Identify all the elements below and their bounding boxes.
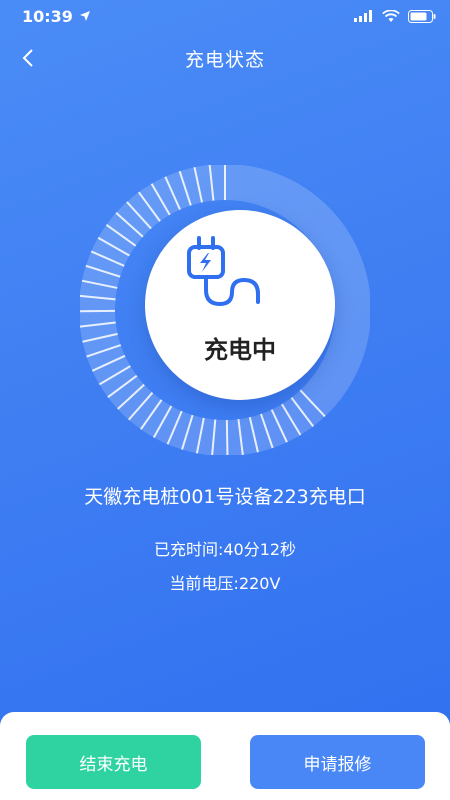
current-voltage: 当前电压:220V [169,574,281,593]
wifi-icon [382,9,400,22]
plug-lightning-icon [187,236,260,307]
back-button[interactable] [12,42,44,74]
location-arrow-icon [79,11,90,21]
apply-repair-button[interactable]: 申请报修 [250,735,425,789]
device-name: 天徽充电桩001号设备223充电口 [84,486,366,508]
signal-icon [354,10,372,22]
stop-charging-button[interactable]: 结束充电 [26,735,201,789]
status-right [354,9,436,23]
chevron-left-icon [22,49,33,67]
status-left: 10:39 [22,7,91,26]
nav-bar: 充电状态 [0,36,450,80]
battery-icon [408,9,436,23]
status-time: 10:39 [22,6,73,26]
charging-status-label: 充电中 [204,336,276,364]
status-bar: 10:39 [0,0,450,32]
charged-time: 已充时间:40分12秒 [153,540,297,559]
page-title: 充电状态 [184,48,265,71]
progress-tick [225,419,229,455]
